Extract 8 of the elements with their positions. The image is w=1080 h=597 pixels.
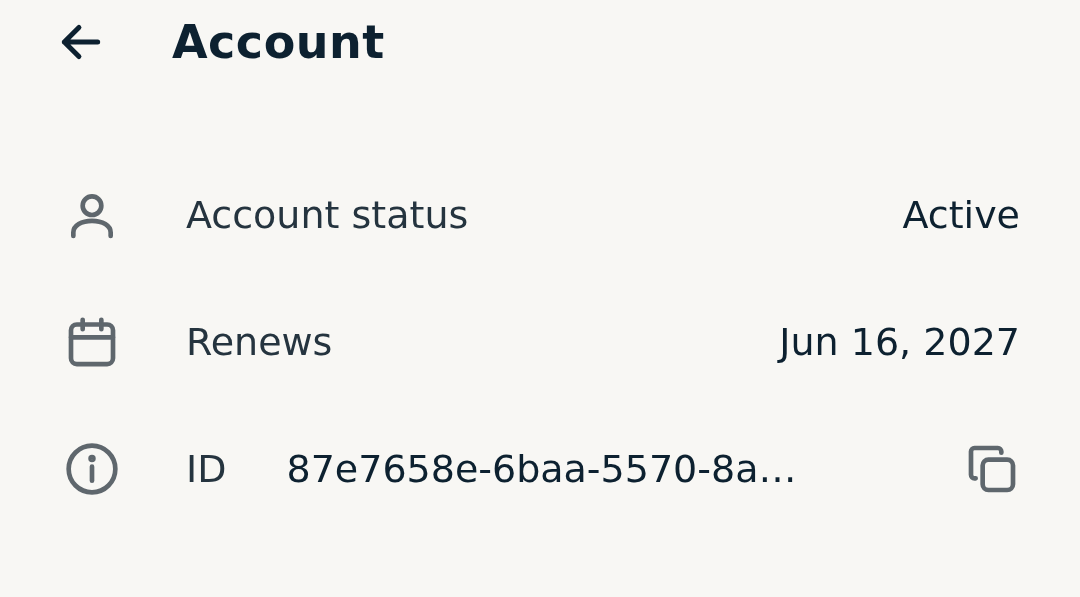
info-icon (64, 440, 120, 497)
row-label: Renews (186, 319, 333, 364)
page-title: Account (172, 15, 385, 69)
row-value: Jun 16, 2027 (779, 319, 1020, 364)
row-value: 87e7658e-6baa-5570-8a… (286, 446, 797, 491)
row-label: ID (186, 446, 227, 491)
row-value: Active (902, 192, 1020, 237)
row-label: Account status (186, 192, 469, 237)
